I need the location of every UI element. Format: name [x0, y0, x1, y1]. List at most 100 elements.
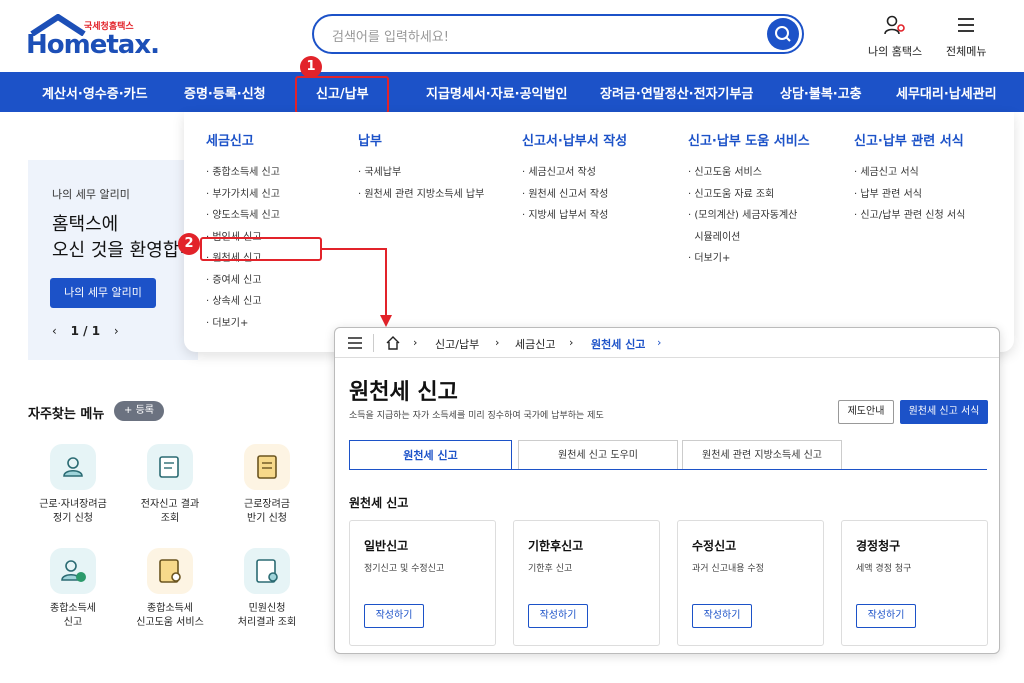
- card-desc: 정기신고 및 수정신고: [364, 564, 445, 574]
- card-title: 경정청구: [856, 539, 901, 553]
- highlight-box-filing: [295, 76, 389, 114]
- menu-item[interactable]: · 원천세 신고서 작성: [522, 185, 627, 207]
- menu-col-forms-writing: 신고서·납부서 작성 · 세금신고서 작성 · 원천세 신고서 작성 · 지방세…: [522, 130, 627, 228]
- chevron-right-icon: ›: [569, 336, 574, 349]
- all-menu-button[interactable]: 전체메뉴: [946, 14, 986, 59]
- quick-item-income-tax-help[interactable]: 종합소득세 신고도움 서비스: [125, 548, 215, 630]
- document-person-icon: [50, 444, 96, 490]
- main-nav: 계산서·영수증·카드 증명·등록·신청 신고/납부 지급명세서·자료·공익법인 …: [0, 72, 1024, 112]
- menu-col-head[interactable]: 신고·납부 도움 서비스: [688, 130, 810, 149]
- menu-col-help-services: 신고·납부 도움 서비스 · 신고도움 서비스 · 신고도움 자료 조회 · (…: [688, 130, 810, 271]
- menu-item[interactable]: · 상속세 신고: [206, 292, 280, 314]
- tab-withholding-helper[interactable]: 원천세 신고 도우미: [518, 440, 678, 470]
- tab-local-income-tax[interactable]: 원천세 관련 지방소득세 신고: [682, 440, 842, 470]
- prev-arrow-icon[interactable]: ‹: [52, 324, 57, 338]
- quick-menu-add-button[interactable]: + 등록: [114, 401, 164, 421]
- quick-item-semiannual-credit[interactable]: 근로장려금 반기 신청: [222, 444, 312, 526]
- tab-underline: [349, 469, 987, 470]
- withholding-forms-button[interactable]: 원천세 신고 서식: [900, 400, 988, 424]
- quick-item-line1: 전자신고 결과: [140, 499, 200, 510]
- menu-item[interactable]: · 국세납부: [358, 163, 484, 185]
- menu-item[interactable]: · 지방세 납부서 작성: [522, 206, 627, 228]
- page-description: 소득을 지급하는 자가 소득세를 미리 징수하여 국가에 납부하는 제도: [349, 411, 604, 421]
- hometax-logo[interactable]: 국세청홈택스 Hometax.: [26, 14, 160, 60]
- step-badge-1: 1: [300, 56, 322, 78]
- menu-item-more[interactable]: · 더보기+: [206, 314, 280, 336]
- nav-item-statements[interactable]: 지급명세서·자료·공익법인: [426, 83, 567, 102]
- system-info-button[interactable]: 제도안내: [838, 400, 894, 424]
- write-button[interactable]: 작성하기: [364, 604, 424, 628]
- menu-col-head[interactable]: 세금신고: [206, 130, 280, 149]
- chevron-right-icon: ›: [495, 336, 500, 349]
- menu-item[interactable]: · 양도소득세 신고: [206, 206, 280, 228]
- clipboard-icon: [244, 444, 290, 490]
- breadcrumb-current[interactable]: 원천세 신고: [591, 336, 645, 352]
- menu-col-related-forms: 신고·납부 관련 서식 · 세금신고 서식 · 납부 관련 서식 · 신고/납부…: [854, 130, 965, 228]
- tab-withholding-filing[interactable]: 원천세 신고: [349, 440, 512, 470]
- nav-item-tax-agent[interactable]: 세무대리·납세관리: [896, 83, 997, 102]
- section-title: 원천세 신고: [349, 496, 409, 510]
- menu-item[interactable]: · (모의계산) 세금자동계산: [688, 206, 810, 228]
- quick-item-line1: 근로장려금: [244, 499, 290, 510]
- menu-item[interactable]: · 납부 관련 서식: [854, 185, 965, 207]
- menu-col-head[interactable]: 신고서·납부서 작성: [522, 130, 627, 149]
- welcome-panel: 나의 세무 알리미 홈택스에 오신 것을 환영합니 나의 세무 알리미 ‹ 1 …: [28, 160, 198, 360]
- quick-item-civil-request-results[interactable]: 민원신청 처리결과 조회: [222, 548, 312, 630]
- document-magnifier-icon: [244, 548, 290, 594]
- write-button[interactable]: 작성하기: [692, 604, 752, 628]
- nav-item-receipts[interactable]: 계산서·영수증·카드: [42, 83, 148, 102]
- menu-icon[interactable]: [347, 336, 363, 350]
- quick-item-line2: 정기 신청: [53, 513, 93, 524]
- quick-item-income-tax-filing[interactable]: 종합소득세 신고: [28, 548, 118, 630]
- nav-item-certificates[interactable]: 증명·등록·신청: [184, 83, 266, 102]
- menu-item[interactable]: · 세금신고 서식: [854, 163, 965, 185]
- write-button[interactable]: 작성하기: [856, 604, 916, 628]
- my-hometax-label: 나의 홈택스: [868, 45, 923, 58]
- menu-item[interactable]: · 종합소득세 신고: [206, 163, 280, 185]
- menu-item[interactable]: · 신고도움 자료 조회: [688, 185, 810, 207]
- menu-item-more[interactable]: · 더보기+: [688, 249, 810, 271]
- quick-item-line1: 종합소득세: [147, 603, 193, 614]
- user-icon: [884, 15, 905, 35]
- nav-item-incentives[interactable]: 장려금·연말정산·전자기부금: [600, 83, 753, 102]
- search-input[interactable]: 검색어를 입력하세요!: [332, 26, 449, 45]
- welcome-pager: ‹ 1 / 1 ›: [52, 324, 119, 338]
- menu-item[interactable]: · 신고/납부 관련 신청 서식: [854, 206, 965, 228]
- menu-col-payment: 납부 · 국세납부 · 원천세 관련 지방소득세 납부: [358, 130, 484, 206]
- quick-item-efiling-results[interactable]: 전자신고 결과 조회: [125, 444, 215, 526]
- welcome-line2: 오신 것을 환영합니: [52, 240, 196, 261]
- divider: [373, 334, 374, 352]
- menu-item[interactable]: · 세금신고서 작성: [522, 163, 627, 185]
- tax-alert-button[interactable]: 나의 세무 알리미: [50, 278, 156, 308]
- breadcrumb-item[interactable]: 신고/납부: [435, 336, 479, 352]
- quick-item-earned-income-credit[interactable]: 근로·자녀장려금 정기 신청: [28, 444, 118, 526]
- search-button[interactable]: [767, 18, 799, 50]
- menu-col-head[interactable]: 신고·납부 관련 서식: [854, 130, 965, 149]
- welcome-heading: 홈택스에 오신 것을 환영합니: [52, 212, 196, 264]
- breadcrumb-item[interactable]: 세금신고: [515, 336, 555, 352]
- quick-item-line2: 조회: [160, 513, 180, 524]
- card-title: 수정신고: [692, 539, 737, 553]
- next-arrow-icon[interactable]: ›: [114, 324, 119, 338]
- logo-text: Hometax.: [26, 30, 160, 60]
- my-hometax-button[interactable]: 나의 홈택스: [868, 14, 922, 59]
- card-amended-filing: 수정신고 과거 신고내용 수정 작성하기: [677, 520, 824, 646]
- card-general-filing: 일반신고 정기신고 및 수정신고 작성하기: [349, 520, 496, 646]
- welcome-label: 나의 세무 알리미: [52, 188, 130, 201]
- document-search-icon: [147, 548, 193, 594]
- menu-item[interactable]: · 증여세 신고: [206, 271, 280, 293]
- write-button[interactable]: 작성하기: [528, 604, 588, 628]
- menu-item[interactable]: · 원천세 관련 지방소득세 납부: [358, 185, 484, 207]
- menu-item[interactable]: · 신고도움 서비스: [688, 163, 810, 185]
- menu-col-tax-filing: 세금신고 · 종합소득세 신고 · 부가가치세 신고 · 양도소득세 신고 · …: [206, 130, 280, 335]
- search-box[interactable]: 검색어를 입력하세요!: [312, 14, 804, 54]
- menu-item[interactable]: · 부가가치세 신고: [206, 185, 280, 207]
- menu-item[interactable]: 시뮬레이션: [688, 228, 810, 250]
- nav-item-consulting[interactable]: 상담·불복·고충: [780, 83, 862, 102]
- welcome-line1: 홈택스에: [52, 214, 119, 235]
- breadcrumb: › 신고/납부 › 세금신고 › 원천세 신고 ›: [335, 328, 999, 358]
- pager-text: 1 / 1: [70, 324, 101, 338]
- card-desc: 과거 신고내용 수정: [692, 564, 764, 574]
- home-icon[interactable]: [385, 335, 401, 351]
- menu-col-head[interactable]: 납부: [358, 130, 484, 149]
